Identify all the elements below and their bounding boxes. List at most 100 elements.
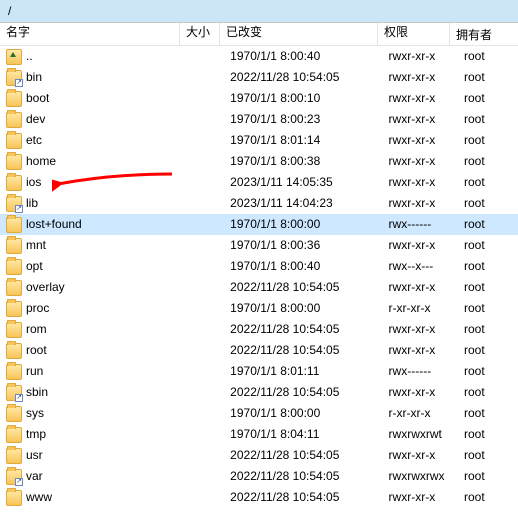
cell-name: root [0,340,180,361]
column-header-changed[interactable]: 已改变 [220,23,378,45]
cell-name: sys [0,403,180,424]
column-headers: 名字 大小 已改变 权限 拥有者 [0,23,518,46]
cell-date: 1970/1/1 8:04:11 [224,424,382,445]
file-row[interactable]: rom2022/11/28 10:54:05rwxr-xr-xroot [0,319,518,340]
cell-perm: rwxr-xr-x [383,67,458,88]
file-name: sbin [26,382,48,403]
folder-icon [6,175,22,191]
file-row[interactable]: usr2022/11/28 10:54:05rwxr-xr-xroot [0,445,518,466]
cell-perm: rwx------ [383,214,458,235]
file-row[interactable]: ↗lib2023/1/11 14:04:23rwxr-xr-xroot [0,193,518,214]
folder-icon [6,112,22,128]
file-name: proc [26,298,49,319]
file-row[interactable]: proc1970/1/1 8:00:00r-xr-xr-xroot [0,298,518,319]
file-row[interactable]: tmp 1970/1/1 8:04:11rwxrwxrwtroot [0,424,518,445]
file-name: .. [26,46,33,67]
cell-perm: rwxr-xr-x [383,382,458,403]
cell-date: 1970/1/1 8:00:00 [224,403,382,424]
folder-icon [6,280,22,296]
cell-perm: rwxr-xr-x [383,172,458,193]
file-name: boot [26,88,49,109]
file-name: lost+found [26,214,82,235]
folder-icon [6,343,22,359]
cell-owner: root [458,424,518,445]
column-header-owner[interactable]: 拥有者 [450,26,512,43]
cell-perm: rwxr-xr-x [383,235,458,256]
folder-icon [6,154,22,170]
file-row[interactable]: root2022/11/28 10:54:05rwxr-xr-xroot [0,340,518,361]
file-name: rom [26,319,47,340]
file-row[interactable]: ↗var2022/11/28 10:54:05rwxrwxrwxroot [0,466,518,487]
cell-owner: root [458,340,518,361]
folder-icon [6,217,22,233]
cell-name: etc [0,130,180,151]
file-row[interactable]: opt1970/1/1 8:00:40rwx--x---root [0,256,518,277]
path-bar[interactable]: / [0,0,518,23]
file-name: root [26,340,47,361]
folder-link-icon: ↗ [6,196,22,212]
cell-perm: rwxr-xr-x [383,193,458,214]
file-name: opt [26,256,43,277]
cell-name: run [0,361,180,382]
cell-date: 2023/1/11 14:05:35 [224,172,382,193]
file-row[interactable]: ↗sbin2022/11/28 10:54:05rwxr-xr-xroot [0,382,518,403]
cell-name: tmp [0,424,180,445]
cell-date: 1970/1/1 8:00:40 [224,46,382,67]
file-name: var [26,466,43,487]
cell-date: 1970/1/1 8:00:00 [224,214,382,235]
cell-name: ↗sbin [0,382,180,403]
file-row[interactable]: dev1970/1/1 8:00:23rwxr-xr-xroot [0,109,518,130]
file-row[interactable]: run1970/1/1 8:01:11rwx------root [0,361,518,382]
file-row[interactable]: boot1970/1/1 8:00:10rwxr-xr-xroot [0,88,518,109]
cell-date: 2022/11/28 10:54:05 [224,487,382,508]
file-row[interactable]: ios 2023/1/11 14:05:35rwxr-xr-xroot [0,172,518,193]
cell-owner: root [458,382,518,403]
file-row[interactable]: home1970/1/1 8:00:38rwxr-xr-xroot [0,151,518,172]
cell-name: proc [0,298,180,319]
file-row[interactable]: sys 1970/1/1 8:00:00r-xr-xr-xroot [0,403,518,424]
file-name: mnt [26,235,46,256]
file-row[interactable]: overlay2022/11/28 10:54:05rwxr-xr-xroot [0,277,518,298]
file-row[interactable]: mnt1970/1/1 8:00:36rwxr-xr-xroot [0,235,518,256]
folder-icon [6,133,22,149]
file-row[interactable]: lost+found1970/1/1 8:00:00rwx------root [0,214,518,235]
column-header-size[interactable]: 大小 [180,23,220,45]
cell-owner: root [458,172,518,193]
file-row-parent[interactable]: ..1970/1/1 8:00:40rwxr-xr-xroot [0,46,518,67]
file-name: www [26,487,52,508]
cell-owner: root [458,298,518,319]
folder-icon [6,406,22,422]
cell-perm: r-xr-xr-x [383,298,458,319]
folder-icon [6,238,22,254]
file-list: ..1970/1/1 8:00:40rwxr-xr-xroot↗bin2022/… [0,46,518,522]
file-name: ios [26,172,41,193]
cell-name: overlay [0,277,180,298]
column-header-perm[interactable]: 权限 [378,23,450,45]
cell-perm: r-xr-xr-x [383,403,458,424]
cell-perm: rwxrwxrwt [383,424,458,445]
file-name: home [26,151,56,172]
cell-perm: rwx--x--- [383,256,458,277]
file-name: run [26,361,43,382]
cell-perm: rwxr-xr-x [383,109,458,130]
file-row[interactable]: www 2022/11/28 10:54:05rwxr-xr-xroot [0,487,518,508]
cell-date: 1970/1/1 8:00:10 [224,88,382,109]
cell-perm: rwxr-xr-x [383,487,458,508]
file-row[interactable]: etc1970/1/1 8:01:14rwxr-xr-xroot [0,130,518,151]
cell-name: lost+found [0,214,180,235]
cell-perm: rwxr-xr-x [383,445,458,466]
cell-date: 1970/1/1 8:01:14 [224,130,382,151]
cell-owner: root [458,319,518,340]
file-name: dev [26,109,45,130]
cell-name: ↗lib [0,193,180,214]
cell-date: 1970/1/1 8:00:40 [224,256,382,277]
cell-owner: root [458,487,518,508]
file-row[interactable]: ↗bin2022/11/28 10:54:05rwxr-xr-xroot [0,67,518,88]
folder-link-icon: ↗ [6,70,22,86]
file-name: overlay [26,277,65,298]
cell-owner: root [458,88,518,109]
folder-icon [6,322,22,338]
column-header-name[interactable]: 名字 [0,23,180,45]
folder-icon [6,448,22,464]
cell-owner: root [458,403,518,424]
